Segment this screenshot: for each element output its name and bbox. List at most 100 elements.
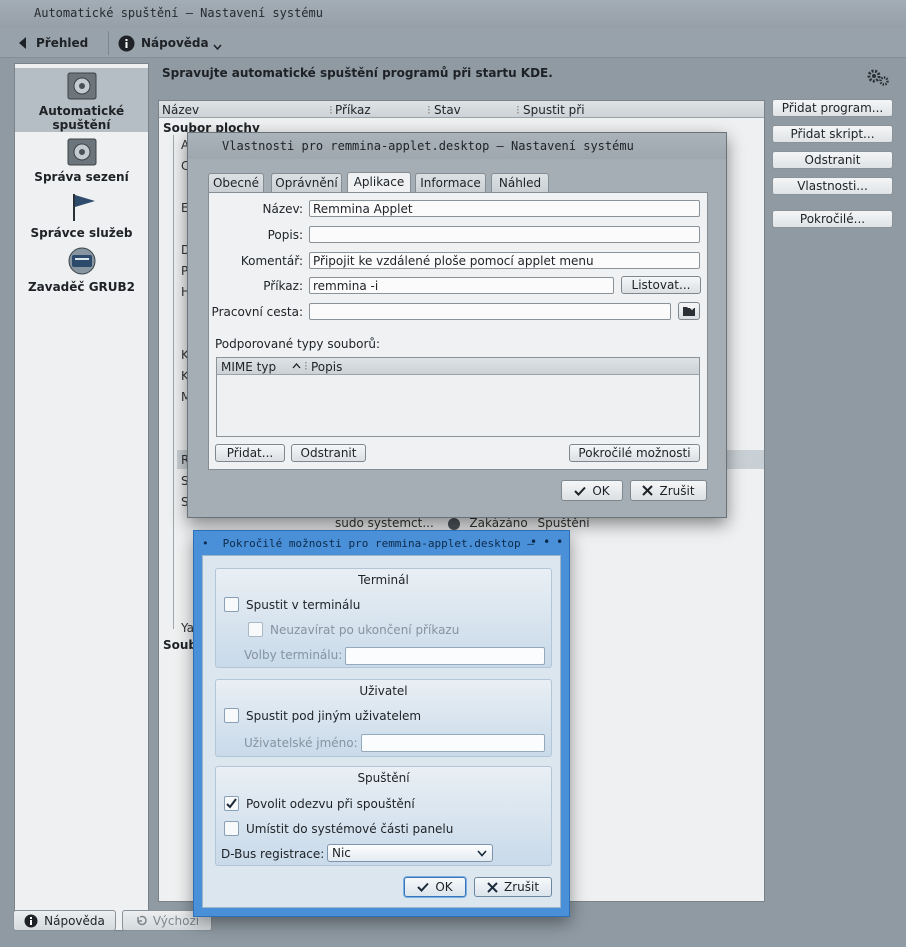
startup-group-title: Spuštění: [357, 771, 410, 785]
run-as-other-label[interactable]: Spustit pod jiným uživatelem: [246, 709, 421, 723]
back-button[interactable]: Přehled: [16, 32, 88, 54]
terminal-group-title: Terminál: [358, 573, 409, 587]
tab-preview[interactable]: Náhled: [491, 173, 549, 193]
advanced-options-button[interactable]: Pokročilé možnosti: [569, 444, 700, 462]
properties-dialog: Vlastnosti pro remmina-applet.desktop – …: [187, 132, 727, 518]
advanced-cancel-button[interactable]: Zrušit: [474, 877, 552, 897]
properties-ok-button[interactable]: OK: [561, 480, 623, 501]
tab-information[interactable]: Informace: [415, 173, 486, 193]
user-group: Uživatel Spustit pod jiným uživatelem Už…: [215, 679, 552, 757]
tab-permissions[interactable]: Oprávnění: [271, 173, 342, 193]
col-mime-description[interactable]: Popis: [311, 360, 342, 374]
mime-section-label: Podporované typy souborů:: [215, 337, 381, 351]
sidebar-item-services[interactable]: Správce služeb: [15, 192, 148, 240]
tab-general[interactable]: Obecné: [208, 173, 264, 193]
run-in-terminal-label[interactable]: Spustit v terminálu: [246, 598, 360, 612]
chevron-down-icon[interactable]: [213, 44, 222, 50]
username-field[interactable]: [361, 734, 545, 752]
folder-icon: [683, 306, 695, 316]
mime-type-table[interactable]: MIME typ ⁝ Popis: [216, 357, 700, 437]
sidebar-item-grub[interactable]: Zavaděč GRUB2: [15, 246, 148, 294]
run-as-other-checkbox[interactable]: [224, 708, 239, 723]
advanced-button[interactable]: Pokročilé...: [772, 210, 893, 228]
chevron-down-icon: [477, 850, 487, 857]
tab-application[interactable]: Aplikace: [347, 172, 411, 193]
startup-feedback-label[interactable]: Povolit odezvu při spouštění: [246, 797, 415, 811]
run-in-terminal-checkbox[interactable]: [224, 597, 239, 612]
workdir-field[interactable]: [309, 303, 671, 320]
terminal-options-label: Volby terminálu:: [244, 648, 343, 662]
col-run-at[interactable]: Spustit při: [523, 103, 585, 117]
session-icon: [67, 138, 96, 166]
properties-button[interactable]: Vlastnosti...: [772, 177, 893, 195]
back-arrow-icon: [19, 37, 26, 49]
reset-icon: [137, 915, 147, 925]
advanced-options-dialog: • Pokročilé možnosti pro remmina-applet.d…: [193, 530, 570, 917]
add-program-button[interactable]: Přidat program...: [772, 99, 893, 117]
description-field[interactable]: [309, 226, 700, 243]
advanced-dialog-title: • Pokročilé možnosti pro remmina-applet.d…: [202, 537, 534, 550]
user-group-title: Uživatel: [359, 684, 408, 698]
name-field[interactable]: Remmina Applet: [309, 200, 700, 217]
comment-label: Komentář:: [240, 254, 303, 268]
status-toggle-icon[interactable]: [447, 517, 460, 530]
properties-dialog-title: Vlastnosti pro remmina-applet.desktop – …: [188, 133, 726, 159]
systray-checkbox[interactable]: [224, 821, 239, 836]
checkmark-icon: [226, 798, 237, 809]
settings-gear-icon[interactable]: [866, 67, 890, 87]
toolbar-separator: [108, 31, 109, 55]
advanced-dialog-body: Terminál Spustit v terminálu Neuzavírat …: [202, 555, 561, 908]
no-close-label: Neuzavírat po ukončení příkazu: [270, 623, 460, 637]
check-icon: [574, 486, 587, 496]
autostart-icon: [67, 72, 96, 100]
browse-button[interactable]: Listovat...: [621, 276, 701, 294]
sidebar-item-autostart[interactable]: Automatické spuštění: [15, 68, 148, 132]
sort-up-icon: [292, 363, 301, 369]
description-label: Popis:: [267, 228, 303, 242]
username-label: Uživatelské jméno:: [244, 736, 358, 750]
terminal-group: Terminál Spustit v terminálu Neuzavírat …: [215, 568, 552, 668]
terminal-options-field[interactable]: [345, 647, 545, 665]
flag-icon: [72, 194, 95, 221]
close-icon: [642, 485, 654, 496]
name-label: Název:: [262, 202, 304, 216]
sidebar: Automatické spuštění Správa sezení Správ…: [14, 63, 149, 931]
list-header: Název ⁝ Příkaz ⁝ Stav ⁝ Spustit při: [159, 101, 764, 118]
grub-icon: [68, 247, 95, 275]
advanced-ok-button[interactable]: OK: [404, 877, 466, 897]
no-close-checkbox[interactable]: [248, 622, 263, 637]
close-icon: [487, 881, 498, 893]
info-icon: [118, 35, 135, 51]
help-menu-button[interactable]: Nápověda: [118, 32, 209, 54]
remove-button[interactable]: Odstranit: [772, 151, 893, 169]
table-row[interactable]: sudo systemct... Zakázáno Spuštění: [335, 516, 755, 530]
col-mime-type[interactable]: MIME typ: [221, 360, 276, 374]
info-icon: [24, 914, 38, 927]
window-controls-icon[interactable]: •••: [530, 535, 569, 549]
group-script-file[interactable]: Soub: [163, 638, 197, 652]
dbus-label: D-Bus registrace:: [221, 847, 325, 861]
window-title: Automatické spuštění – Nastavení systému: [0, 0, 906, 28]
add-script-button[interactable]: Přidat skript...: [772, 125, 893, 143]
col-name[interactable]: Název: [162, 103, 199, 117]
systray-label[interactable]: Umístit do systémové části panelu: [246, 822, 453, 836]
comment-field[interactable]: Připojit ke vzdálené ploše pomocí applet…: [309, 252, 700, 269]
window-menu-icon[interactable]: •: [202, 537, 209, 550]
startup-feedback-checkbox[interactable]: [224, 796, 239, 811]
mime-table-header: MIME typ ⁝ Popis: [217, 358, 699, 375]
command-label: Příkaz:: [263, 279, 303, 293]
check-icon: [417, 882, 430, 892]
dbus-select[interactable]: Nic: [327, 844, 493, 862]
remove-mime-button[interactable]: Odstranit: [291, 444, 366, 462]
page-heading: Spravujte automatické spuštění programů …: [162, 66, 553, 80]
add-mime-button[interactable]: Přidat...: [215, 444, 285, 462]
sidebar-item-session[interactable]: Správa sezení: [15, 138, 148, 186]
col-status[interactable]: Stav: [434, 103, 461, 117]
col-command[interactable]: Příkaz: [335, 103, 371, 117]
folder-browse-button[interactable]: [678, 302, 700, 320]
command-field[interactable]: remmina -i: [309, 277, 614, 294]
workdir-label: Pracovní cesta:: [211, 305, 303, 319]
properties-cancel-button[interactable]: Zrušit: [630, 480, 707, 501]
toolbar: Přehled Nápověda: [0, 28, 906, 58]
footer-help-button[interactable]: Nápověda: [13, 910, 116, 931]
